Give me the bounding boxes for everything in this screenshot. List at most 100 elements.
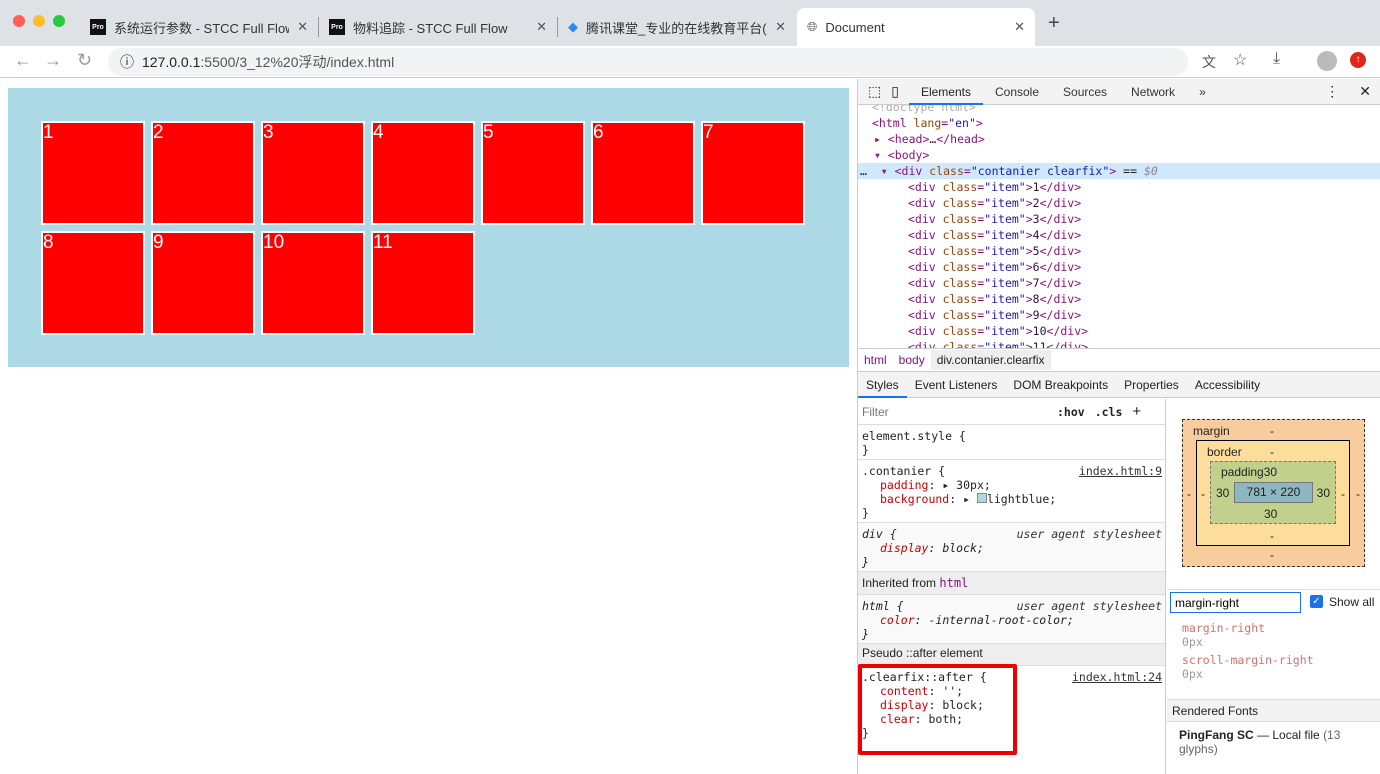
label: Inherited from [862, 576, 940, 590]
url-host: 127.0.0.1 [142, 54, 201, 70]
dom-node-item[interactable]: <div class="item">2</div> [858, 195, 1380, 211]
close-icon[interactable]: ✕ [1349, 83, 1380, 100]
browser-tab[interactable]: Pro 物料追踪 - STCC Full Flow ✕ [319, 8, 557, 46]
pro-icon: Pro [90, 19, 106, 35]
extension-icon[interactable]: ↑ [1350, 52, 1366, 68]
more-tabs-icon[interactable]: » [1187, 79, 1218, 105]
computed-filter-input[interactable] [1170, 592, 1301, 613]
tab-elements[interactable]: Elements [908, 79, 983, 105]
tab-properties[interactable]: Properties [1116, 372, 1187, 398]
breadcrumb-container[interactable]: div.contanier.clearfix [930, 349, 1051, 370]
rule-html: user agent stylesheet html { color: -int… [858, 595, 1165, 644]
globe-icon: 🌐︎ [807, 19, 818, 34]
cls-button[interactable]: .cls [1095, 405, 1123, 419]
item: 11 [371, 231, 475, 335]
label: padding30 [1221, 465, 1278, 479]
computed-value: 0px [1182, 667, 1203, 681]
address-bar-row: ← → ↻ ⓘ 127.0.0.1:5500/3_12%20浮动/index.ht… [0, 46, 1380, 78]
value: - [1270, 529, 1274, 543]
dom-node-body[interactable]: ▾ <body> [858, 147, 1380, 163]
device-toolbar-icon[interactable]: ▯ [887, 83, 909, 100]
color-swatch[interactable] [976, 493, 987, 503]
dom-node-item[interactable]: <div class="item">8</div> [858, 291, 1380, 307]
item: 2 [151, 121, 255, 225]
url-input[interactable]: ⓘ 127.0.0.1:5500/3_12%20浮动/index.html [108, 48, 1188, 76]
item: 6 [591, 121, 695, 225]
tab-styles[interactable]: Styles [858, 372, 907, 398]
value: - [1270, 445, 1274, 459]
dom-node-item[interactable]: <div class="item">6</div> [858, 259, 1380, 275]
kebab-menu-icon[interactable]: ⋮ [1315, 83, 1349, 100]
styles-filter-input[interactable] [862, 404, 1047, 419]
translate-icon[interactable]: 文 [1202, 52, 1216, 72]
browser-tab[interactable]: Pro 系统运行参数 - STCC Full Flow ✕ [80, 8, 318, 46]
tab-accessibility[interactable]: Accessibility [1187, 372, 1268, 398]
doctype-line: <!doctype html> [872, 105, 976, 114]
item: 8 [41, 231, 145, 335]
dom-node-item[interactable]: <div class="item">7</div> [858, 275, 1380, 291]
inspect-icon[interactable]: ⬚ [858, 83, 887, 100]
back-icon[interactable]: ← [14, 50, 32, 71]
source-link[interactable]: index.html:24 [1072, 670, 1162, 684]
show-all-label[interactable]: Show all [1329, 595, 1374, 609]
tab-sources[interactable]: Sources [1051, 79, 1119, 105]
dom-node-html[interactable]: <html lang="en"> [858, 115, 1380, 131]
rule-div: user agent stylesheet div { display: blo… [858, 523, 1165, 572]
computed-list: margin-right 0px scroll-margin-right 0px [1182, 621, 1314, 681]
download-icon[interactable]: ⤓ [1273, 50, 1280, 68]
computed-prop[interactable]: margin-right [1182, 621, 1314, 635]
rule-contanier: index.html:9 .contanier { padding: ▸ 30p… [858, 460, 1165, 523]
dom-node-item[interactable]: <div class="item">9</div> [858, 307, 1380, 323]
dom-node-item[interactable]: <div class="item">5</div> [858, 243, 1380, 259]
maximize-window-button[interactable] [53, 15, 65, 27]
add-rule-icon[interactable]: + [1132, 403, 1141, 420]
star-icon[interactable]: ☆ [1233, 50, 1247, 70]
avatar[interactable] [1317, 51, 1337, 71]
tab-dom-breakpoints[interactable]: DOM Breakpoints [1005, 372, 1116, 398]
new-tab-button[interactable]: + [1048, 12, 1060, 35]
dom-node-item[interactable]: <div class="item">3</div> [858, 211, 1380, 227]
item: 7 [701, 121, 805, 225]
ua-label: user agent stylesheet [1016, 527, 1162, 541]
browser-tab[interactable]: ◆ 腾讯课堂_专业的在线教育平台(k ✕ [558, 8, 796, 46]
close-tab-icon[interactable]: ✕ [775, 19, 786, 35]
styles-tabs: Styles Event Listeners DOM Breakpoints P… [858, 371, 1380, 398]
tab-title: Document [825, 19, 885, 35]
padding-value[interactable]: 30px; [956, 478, 991, 492]
reload-icon[interactable]: ↻ [77, 50, 92, 71]
tab-network[interactable]: Network [1119, 79, 1187, 105]
minimize-window-button[interactable] [33, 15, 45, 27]
close-window-button[interactable] [13, 15, 25, 27]
close-tab-icon[interactable]: ✕ [297, 19, 308, 35]
tab-event-listeners[interactable]: Event Listeners [907, 372, 1006, 398]
inherited-element[interactable]: html [939, 576, 968, 590]
dom-node-item[interactable]: <div class="item">11</div> [858, 339, 1380, 348]
page-viewport: 1 2 3 4 5 6 7 8 9 10 11 [0, 79, 857, 774]
breadcrumb-html[interactable]: html [858, 350, 893, 370]
label: margin [1193, 424, 1230, 438]
highlight-box [858, 664, 1017, 755]
forward-icon[interactable]: → [44, 50, 62, 71]
browser-tab-active[interactable]: 🌐︎ Document ✕ [797, 8, 1035, 46]
box-model-content: 781 × 220 [1234, 482, 1313, 503]
computed-prop[interactable]: scroll-margin-right [1182, 653, 1314, 667]
tab-title: 系统运行参数 - STCC Full Flow [114, 20, 290, 36]
tab-bar: Pro 系统运行参数 - STCC Full Flow ✕ Pro 物料追踪 - ST… [0, 0, 1380, 46]
ua-label: user agent stylesheet [1016, 599, 1162, 613]
source-link[interactable]: index.html:9 [1079, 464, 1162, 478]
close-tab-icon[interactable]: ✕ [1014, 19, 1025, 35]
rule-element-style: element.style {} [858, 425, 1165, 460]
dom-node-item[interactable]: <div class="item">4</div> [858, 227, 1380, 243]
dom-node-item[interactable]: <div class="item">1</div> [858, 179, 1380, 195]
tab-console[interactable]: Console [983, 79, 1051, 105]
background-value[interactable]: lightblue; [987, 492, 1056, 506]
close-tab-icon[interactable]: ✕ [536, 19, 547, 35]
hov-button[interactable]: :hov [1057, 405, 1085, 419]
tab-title: 物料追踪 - STCC Full Flow [353, 20, 508, 36]
show-all-checkbox[interactable]: ✓ [1310, 595, 1323, 608]
dom-node-item[interactable]: <div class="item">10</div> [858, 323, 1380, 339]
item: 10 [261, 231, 365, 335]
breadcrumb-body[interactable]: body [893, 350, 931, 370]
dom-node-container[interactable]: … ▾ <div class="contanier clearfix"> == … [858, 163, 1380, 179]
dom-node-head[interactable]: ▸ <head>…</head> [858, 131, 1380, 147]
